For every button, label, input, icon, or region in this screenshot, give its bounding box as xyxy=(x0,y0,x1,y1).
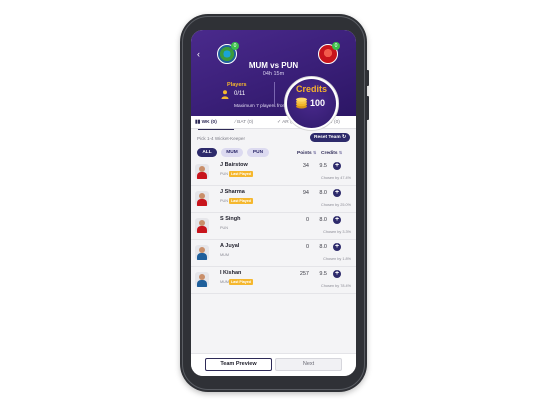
phone-screen: ‹ 0 0 MUM vs PUN 04h 15m Players 0/11 Ma… xyxy=(191,30,356,376)
player-team: PUN xyxy=(220,172,229,176)
wicketkeeper-icon: ▮▮ xyxy=(195,120,201,125)
allrounder-icon: ✓ xyxy=(277,120,282,125)
phone-side-button xyxy=(366,70,369,86)
player-row[interactable]: S Singh PUN 0 8.0 + Chosen by 3.3% xyxy=(191,213,356,240)
team-badge-pun: 0 xyxy=(332,42,340,50)
stage: ‹ 0 0 MUM vs PUN 04h 15m Players 0/11 Ma… xyxy=(0,0,550,400)
players-label: Players xyxy=(227,82,247,88)
player-points: 257 xyxy=(299,271,309,277)
player-team: PUN xyxy=(220,226,229,230)
chosen-by: Chosen by 3.3% xyxy=(323,230,351,234)
reset-icon: ↻ xyxy=(341,135,346,140)
filter-mum[interactable]: MUM xyxy=(221,148,243,157)
chosen-by: Chosen by 47.4% xyxy=(321,176,351,180)
player-name: I Kishan xyxy=(220,270,242,276)
chosen-by: Chosen by 78.4% xyxy=(321,284,351,288)
last-played-badge: Last Played xyxy=(229,198,253,204)
person-icon xyxy=(221,90,229,99)
player-avatar xyxy=(195,164,209,179)
coins-icon xyxy=(296,97,307,109)
player-team: MUM xyxy=(220,253,230,257)
team-preview-button[interactable]: Team Preview xyxy=(205,358,272,371)
last-played-badge: Last Played xyxy=(229,171,253,177)
tab-wk[interactable]: ▮▮ WK (0) xyxy=(195,116,234,130)
add-player-button[interactable]: + xyxy=(333,243,341,251)
player-points: 94 xyxy=(302,190,309,196)
player-row[interactable]: I Kishan MUM Last Played 257 9.5 + Chose… xyxy=(191,267,356,294)
sort-icon: ⇅ xyxy=(338,150,343,155)
match-title: MUM vs PUN xyxy=(248,61,299,70)
player-credits: 8.0 xyxy=(319,190,327,196)
player-avatar xyxy=(195,191,209,206)
chosen-by: Chosen by 1.8% xyxy=(323,257,351,261)
player-credits: 9.5 xyxy=(319,271,327,277)
player-credits: 8.0 xyxy=(319,244,327,250)
credits-value: 100 xyxy=(310,98,326,108)
chosen-by: Chosen by 25.0% xyxy=(321,203,351,207)
add-player-button[interactable]: + xyxy=(333,216,341,224)
credits-column-header[interactable]: Credits ⇅ xyxy=(321,150,342,156)
player-name: A Juyal xyxy=(220,243,240,249)
active-tab-indicator xyxy=(198,128,234,130)
credits-label: Credits xyxy=(295,84,327,94)
player-points: 34 xyxy=(302,163,309,169)
filter-pun[interactable]: PUN xyxy=(247,148,269,157)
player-name: J Sharma xyxy=(220,189,245,195)
player-credits: 9.5 xyxy=(319,163,327,169)
player-avatar xyxy=(195,218,209,233)
reset-team-button[interactable]: Reset Team ↻ xyxy=(310,133,350,142)
player-row[interactable]: J Sharma PUN Last Played 94 8.0 + Chosen… xyxy=(191,186,356,213)
filter-all[interactable]: ALL xyxy=(197,148,217,157)
player-avatar xyxy=(195,272,209,287)
next-button[interactable]: Next xyxy=(275,358,342,371)
add-player-button[interactable]: + xyxy=(333,270,341,278)
add-player-button[interactable]: + xyxy=(333,189,341,197)
player-credits: 8.0 xyxy=(319,217,327,223)
phone-volume-button xyxy=(366,96,369,120)
player-points: 0 xyxy=(305,217,309,223)
back-arrow-icon[interactable]: ‹ xyxy=(197,49,200,59)
team-badge-mum: 0 xyxy=(231,42,239,50)
tab-bat[interactable]: ∕ BAT (0) xyxy=(235,116,253,129)
player-name: J Bairstow xyxy=(220,162,248,168)
points-column-header[interactable]: Points ⇅ xyxy=(297,150,316,156)
last-played-badge: Last Played xyxy=(229,279,253,285)
player-team: MUM xyxy=(220,280,230,284)
player-avatar xyxy=(195,245,209,260)
player-points: 0 xyxy=(305,244,309,250)
player-team: PUN xyxy=(220,199,229,203)
player-row[interactable]: A Juyal MUM 0 8.0 + Chosen by 1.8% xyxy=(191,240,356,267)
bat-icon: ∕ xyxy=(235,120,236,125)
bottom-action-bar: Team Preview Next xyxy=(191,353,356,376)
add-player-button[interactable]: + xyxy=(333,162,341,170)
pick-instruction: Pick 1-4 Wicket-Keeper xyxy=(197,136,245,141)
player-row[interactable]: J Bairstow PUN Last Played 34 9.5 + Chos… xyxy=(191,159,356,186)
sort-icon: ⇅ xyxy=(313,150,317,155)
header-divider xyxy=(274,82,275,104)
player-name: S Singh xyxy=(220,216,241,222)
players-count: 0/11 xyxy=(234,91,246,97)
